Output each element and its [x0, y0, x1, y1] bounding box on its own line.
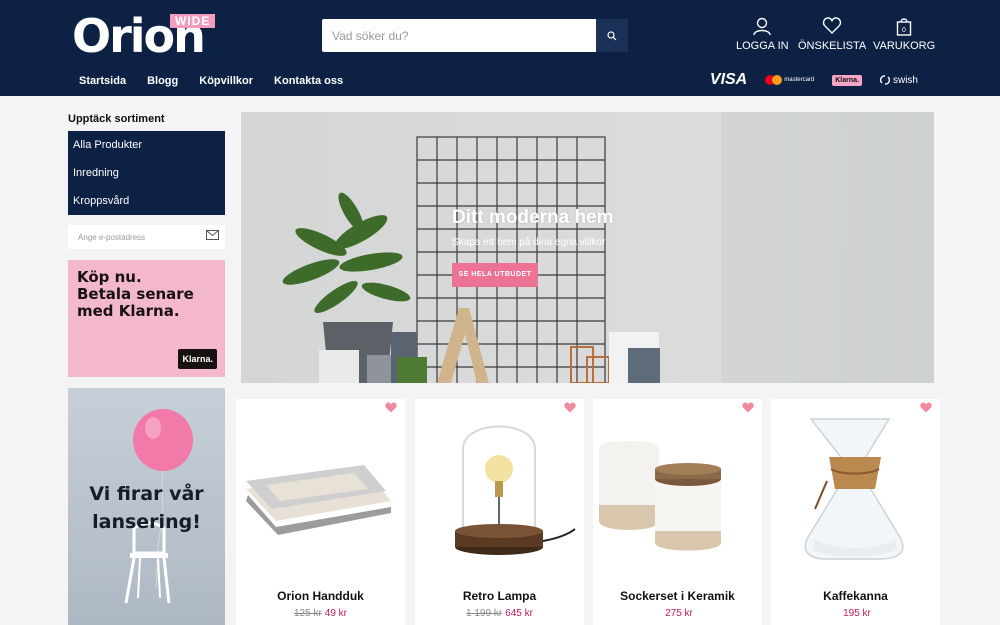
sale-price: 195 kr — [843, 608, 871, 619]
nav-kopvillkor[interactable]: Köpvillkor — [199, 75, 253, 87]
launch-banner[interactable]: Vi firar vår lansering! — [68, 388, 225, 625]
wishlist-heart-icon[interactable] — [564, 402, 576, 413]
wishlist-heart-icon[interactable] — [742, 402, 754, 413]
category-kroppsvard[interactable]: Kroppsvård — [68, 187, 225, 215]
klarna-logo: Klarna. — [832, 74, 862, 86]
klarna-banner-logo: Klarna. — [178, 349, 217, 369]
nav-blogg[interactable]: Blogg — [147, 75, 178, 87]
search-bar — [322, 19, 628, 52]
swish-label: swish — [892, 74, 918, 86]
category-inredning[interactable]: Inredning — [68, 159, 225, 187]
product-price: 125 kr 49 kr — [236, 608, 405, 619]
product-image-coffee-pot — [804, 418, 904, 560]
product-image-lamp — [455, 425, 576, 555]
product-image-sugar-set — [599, 441, 721, 551]
cart-button[interactable]: 0 VARUKORG — [873, 16, 935, 52]
product-price: 195 kr — [771, 608, 940, 619]
old-price: 125 kr — [293, 608, 322, 619]
product-price: 275 kr — [593, 608, 762, 619]
logo-badge: WIDE — [170, 14, 216, 28]
hero-title: Ditt moderna hem — [452, 207, 614, 228]
hero-cta-button[interactable]: SE HELA UTBUDET — [452, 263, 538, 287]
product-image-towel — [246, 465, 391, 535]
product-card[interactable]: Sockerset i Keramik 275 kr — [593, 399, 762, 625]
search-button[interactable] — [596, 19, 628, 52]
product-name: Kaffekanna — [823, 589, 888, 603]
cart-label: VARUKORG — [873, 40, 936, 52]
product-price: 1 199 kr 645 kr — [415, 608, 584, 619]
mastercard-logo: mastercard — [765, 75, 814, 85]
sale-price: 49 kr — [324, 608, 348, 619]
brand-logo[interactable]: Orion WIDE — [72, 9, 222, 63]
wishlist-heart-icon[interactable] — [385, 402, 397, 413]
heart-icon — [823, 17, 842, 34]
site-header: Orion WIDE LOGGA IN ÖNSKELISTA 0 VARUKOR — [0, 0, 1000, 96]
category-all-products[interactable]: Alla Produkter — [68, 131, 225, 159]
product-card[interactable]: Orion Handduk 125 kr 49 kr — [236, 399, 405, 625]
cart-count: 0 — [902, 27, 906, 34]
bag-icon: 0 — [896, 18, 912, 36]
hero-banner: Ditt moderna hem Skapa ett hem på dina e… — [241, 112, 934, 383]
sidebar-title: Upptäck sortiment — [68, 113, 165, 125]
product-name: Retro Lampa — [462, 589, 537, 603]
payment-methods: VISA mastercard Klarna. swish — [710, 70, 918, 90]
mastercard-label: mastercard — [784, 77, 815, 83]
product-card[interactable]: Retro Lampa 1 199 kr 645 kr — [415, 399, 584, 625]
klarna-banner[interactable]: Köp nu. Betala senare med Klarna. Klarna… — [68, 260, 225, 377]
sale-price: 275 kr — [665, 608, 693, 619]
login-button[interactable]: LOGGA IN — [736, 16, 789, 52]
main-nav: Startsida Blogg Köpvillkor Kontakta oss — [79, 75, 343, 87]
sale-price: 645 kr — [505, 608, 533, 619]
newsletter-email-field[interactable] — [68, 225, 198, 249]
launch-banner-text: Vi firar vår lansering! — [89, 483, 204, 533]
nav-startsida[interactable]: Startsida — [79, 75, 126, 87]
hero-subtitle: Skapa ett hem på dina egna villkor — [452, 237, 606, 248]
envelope-icon[interactable] — [206, 230, 219, 240]
product-name: Orion Handduk — [277, 589, 364, 603]
visa-logo: VISA — [709, 71, 748, 88]
category-list: Alla Produkter Inredning Kroppsvård — [68, 131, 225, 215]
user-icon — [753, 17, 771, 36]
nav-kontakta-oss[interactable]: Kontakta oss — [274, 75, 343, 87]
login-label: LOGGA IN — [736, 40, 789, 52]
swish-logo: swish — [879, 74, 918, 86]
search-icon — [607, 30, 617, 40]
search-input[interactable] — [322, 19, 596, 52]
product-name: Sockerset i Keramik — [620, 589, 735, 603]
wishlist-button[interactable]: ÖNSKELISTA — [798, 16, 866, 52]
product-card[interactable]: Kaffekanna 195 kr — [771, 399, 940, 625]
newsletter-form — [68, 225, 225, 249]
old-price: 1 199 kr — [466, 608, 503, 619]
swish-icon — [879, 75, 890, 85]
klarna-banner-text: Köp nu. Betala senare med Klarna. — [77, 268, 194, 320]
wishlist-label: ÖNSKELISTA — [798, 40, 867, 52]
wishlist-heart-icon[interactable] — [920, 402, 932, 413]
